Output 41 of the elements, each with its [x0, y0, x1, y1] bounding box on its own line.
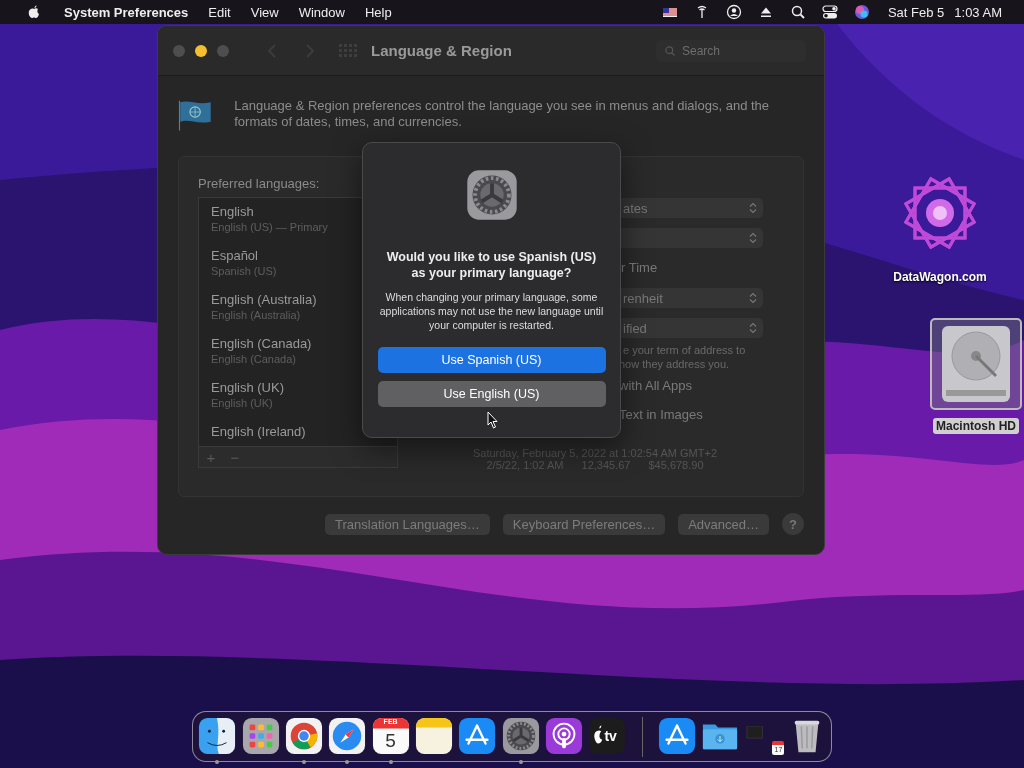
desktop-icon-label[interactable]: Macintosh HD	[933, 418, 1019, 434]
settings-icon	[465, 169, 518, 221]
menu-item[interactable]: View	[240, 4, 289, 20]
menu-item[interactable]: Help	[354, 4, 402, 20]
stepper-icon	[749, 322, 757, 334]
toggle-icon[interactable]	[821, 4, 838, 20]
search-icon	[664, 44, 676, 57]
list-label: Preferred languages:	[198, 176, 321, 193]
menu-clock[interactable]: 1:03 AM	[954, 4, 1012, 20]
stepper-icon	[749, 232, 757, 244]
language-detail: English (US) — Primary	[211, 221, 329, 233]
user-icon[interactable]	[725, 4, 742, 20]
menu-date[interactable]: Sat Feb 5	[877, 4, 955, 20]
desktop-icon-label[interactable]: DataWagon.com	[890, 269, 990, 285]
section-label: r Time	[620, 260, 659, 276]
tv-label: tv	[604, 727, 617, 744]
search-field[interactable]: Search	[656, 39, 806, 62]
dialog-button[interactable]: Use English (US)	[377, 381, 606, 407]
finder-icon[interactable]	[198, 716, 237, 755]
tv-app-icon[interactable]: tv	[588, 716, 627, 755]
orb-icon[interactable]	[853, 4, 870, 20]
minimize-button[interactable]	[195, 44, 207, 57]
app-store-icon[interactable]	[458, 716, 497, 755]
stepper-icon	[749, 202, 757, 214]
language-detail: English (UK)	[211, 397, 274, 409]
dialog-button[interactable]: Use Spanish (US)	[377, 347, 606, 373]
language-detail: English (Canada)	[211, 353, 297, 365]
menu-item[interactable]: Edit	[198, 4, 241, 20]
search-icon[interactable]	[789, 4, 806, 20]
dialog-title: Would you like to use Spanish (US) as your primary language?	[385, 249, 598, 281]
menu-item[interactable]: Window	[288, 4, 355, 20]
compass-icon[interactable]	[328, 716, 367, 755]
calendar-day: 5	[371, 729, 410, 752]
stepper-icon	[749, 292, 757, 304]
window-title: Language & Region	[371, 42, 512, 59]
app-menu[interactable]: System Preferences	[50, 4, 199, 20]
apple-logo-icon[interactable]	[26, 4, 42, 20]
description-text: Language & Region preferences control the language you see in menus and dialogs, and the formats of dates, times, and currencies.	[234, 98, 771, 131]
cursor-icon	[487, 411, 499, 429]
podcast-icon[interactable]	[545, 716, 584, 755]
dialog-message: When changing your primary language, some applications may not use the new language until your computer is restarted.	[379, 290, 604, 332]
